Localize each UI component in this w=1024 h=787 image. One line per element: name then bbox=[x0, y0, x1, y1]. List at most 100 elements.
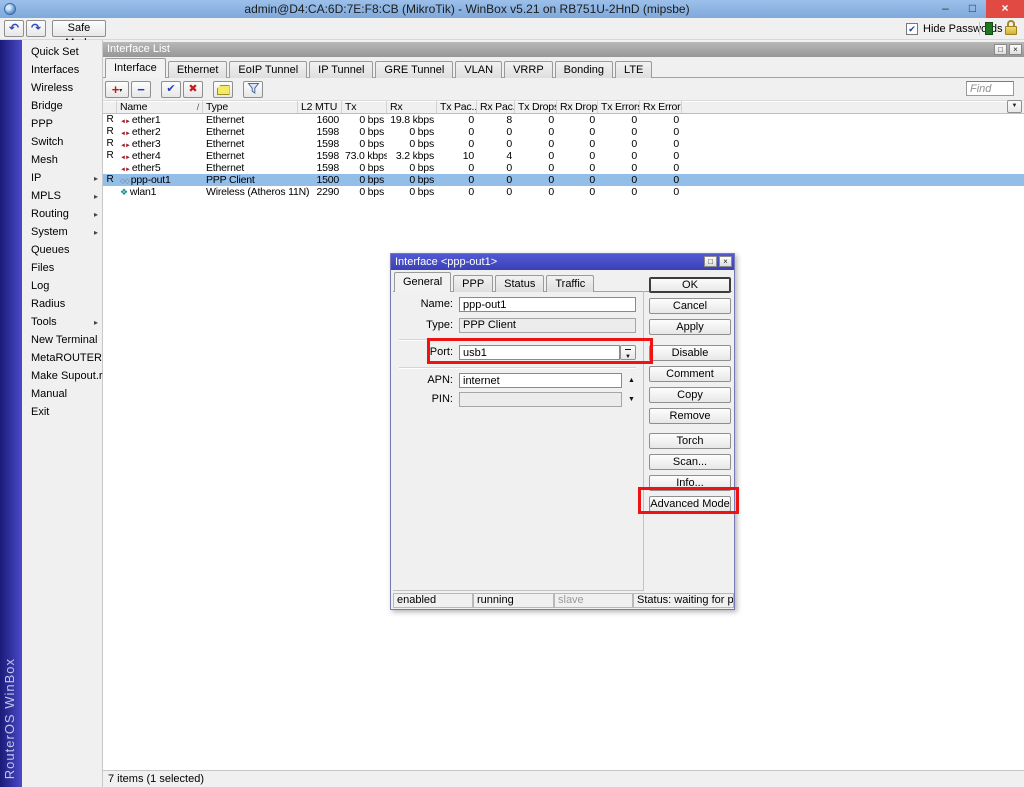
close-button[interactable]: × bbox=[986, 0, 1024, 18]
cell-rx_errors: 0 bbox=[640, 126, 682, 138]
tab-bonding[interactable]: Bonding bbox=[555, 61, 613, 78]
dialog-tab-status[interactable]: Status bbox=[495, 275, 544, 292]
table-row-wlan1[interactable]: ❖wlan1Wireless (Atheros 11N)22900 bps0 b… bbox=[103, 186, 1024, 198]
column-header-rx_errors[interactable]: Rx Errors bbox=[640, 101, 682, 113]
remove-button[interactable]: Remove bbox=[649, 408, 731, 424]
sidebar-item-manual[interactable]: Manual bbox=[22, 385, 102, 403]
column-header-tx[interactable]: Tx bbox=[342, 101, 387, 113]
sidebar-item-ppp[interactable]: PPP bbox=[22, 115, 102, 133]
column-header-type[interactable]: Type bbox=[203, 101, 298, 113]
cell-rx_drops: 0 bbox=[557, 186, 598, 198]
sidebar-item-files[interactable]: Files bbox=[22, 259, 102, 277]
sidebar-item-switch[interactable]: Switch bbox=[22, 133, 102, 151]
remove-button[interactable]: − bbox=[131, 81, 151, 98]
pin-field[interactable] bbox=[459, 392, 622, 407]
comment-button[interactable] bbox=[213, 81, 233, 98]
sidebar-item-label: IP bbox=[31, 172, 41, 184]
column-header-rx[interactable]: Rx bbox=[387, 101, 437, 113]
tab-interface[interactable]: Interface bbox=[105, 58, 166, 78]
interface-list-restore-button[interactable]: □ bbox=[994, 44, 1007, 55]
table-row-ether5[interactable]: ◄►ether5Ethernet15980 bps0 bps000000 bbox=[103, 162, 1024, 174]
cell-type: Ethernet bbox=[203, 150, 298, 162]
column-header-tx_drops[interactable]: Tx Drops bbox=[515, 101, 557, 113]
column-header-tx_errors[interactable]: Tx Errors bbox=[598, 101, 640, 113]
sidebar-item-make-supout-rif[interactable]: Make Supout.rif bbox=[22, 367, 102, 385]
column-select-dropdown[interactable]: ▼ bbox=[1007, 100, 1022, 113]
name-field[interactable] bbox=[459, 297, 636, 312]
collapse-up-arrow[interactable]: ▲ bbox=[628, 377, 635, 384]
table-row-ether1[interactable]: R◄►ether1Ethernet16000 bps19.8 kbps08000… bbox=[103, 114, 1024, 126]
dialog-tab-traffic[interactable]: Traffic bbox=[546, 275, 594, 292]
undo-button[interactable]: ↶ bbox=[4, 20, 24, 37]
cell-type: Wireless (Atheros 11N) bbox=[203, 186, 298, 198]
sidebar-item-metarouter[interactable]: MetaROUTER bbox=[22, 349, 102, 367]
dialog-restore-button[interactable]: □ bbox=[704, 256, 717, 267]
table-row-ether4[interactable]: R◄►ether4Ethernet159873.0 kbps3.2 kbps10… bbox=[103, 150, 1024, 162]
cell-l2mtu: 1598 bbox=[298, 126, 342, 138]
separator bbox=[399, 367, 636, 369]
restore-button[interactable]: □ bbox=[959, 0, 986, 18]
tab-ip-tunnel[interactable]: IP Tunnel bbox=[309, 61, 373, 78]
disable-button[interactable]: Disable bbox=[649, 345, 731, 361]
sidebar-item-new-terminal[interactable]: New Terminal bbox=[22, 331, 102, 349]
cell-type: Ethernet bbox=[203, 138, 298, 150]
sidebar-item-routing[interactable]: Routing▸ bbox=[22, 205, 102, 223]
column-header-rx_drops[interactable]: Rx Drops bbox=[557, 101, 598, 113]
tab-gre-tunnel[interactable]: GRE Tunnel bbox=[375, 61, 453, 78]
tab-lte[interactable]: LTE bbox=[615, 61, 652, 78]
sidebar-item-quick-set[interactable]: Quick Set bbox=[22, 43, 102, 61]
dialog-tab-general[interactable]: General bbox=[394, 272, 451, 292]
column-header-flag[interactable] bbox=[103, 101, 117, 113]
cell-tx_drops: 0 bbox=[515, 114, 557, 126]
torch-button[interactable]: Torch bbox=[649, 433, 731, 449]
find-input[interactable] bbox=[966, 81, 1014, 96]
dialog-close-button[interactable]: × bbox=[719, 256, 732, 267]
sidebar-item-log[interactable]: Log bbox=[22, 277, 102, 295]
hide-passwords-checkbox[interactable]: ✔ bbox=[906, 23, 918, 35]
cell-rx: 0 bps bbox=[387, 162, 437, 174]
sidebar-item-mpls[interactable]: MPLS▸ bbox=[22, 187, 102, 205]
tab-eoip-tunnel[interactable]: EoIP Tunnel bbox=[229, 61, 307, 78]
copy-button[interactable]: Copy bbox=[649, 387, 731, 403]
scan-button[interactable]: Scan... bbox=[649, 454, 731, 470]
sidebar-item-ip[interactable]: IP▸ bbox=[22, 169, 102, 187]
column-header-rx_packets[interactable]: Rx Pac... bbox=[477, 101, 515, 113]
sidebar-item-queues[interactable]: Queues bbox=[22, 241, 102, 259]
column-header-name[interactable]: Name/ bbox=[117, 101, 203, 113]
expand-down-arrow[interactable]: ▼ bbox=[628, 396, 635, 403]
table-row-ether2[interactable]: R◄►ether2Ethernet15980 bps0 bps000000 bbox=[103, 126, 1024, 138]
tab-vlan[interactable]: VLAN bbox=[455, 61, 502, 78]
cancel-button[interactable]: Cancel bbox=[649, 298, 731, 314]
comment-button[interactable]: Comment bbox=[649, 366, 731, 382]
column-header-tx_packets[interactable]: Tx Pac... bbox=[437, 101, 477, 113]
interface-list-close-button[interactable]: × bbox=[1009, 44, 1022, 55]
ok-button[interactable]: OK bbox=[649, 277, 731, 293]
tab-vrrp[interactable]: VRRP bbox=[504, 61, 553, 78]
add-button[interactable]: +▾ bbox=[105, 81, 129, 98]
sidebar-item-exit[interactable]: Exit bbox=[22, 403, 102, 421]
sidebar-item-bridge[interactable]: Bridge bbox=[22, 97, 102, 115]
main-window-title: admin@D4:CA:6D:7E:F8:CB (MikroTik) - Win… bbox=[0, 0, 934, 18]
sidebar-item-label: Make Supout.rif bbox=[31, 370, 108, 382]
enable-button[interactable]: ✔ bbox=[161, 81, 181, 98]
sidebar-item-system[interactable]: System▸ bbox=[22, 223, 102, 241]
sidebar-item-radius[interactable]: Radius bbox=[22, 295, 102, 313]
cell-flag: R bbox=[103, 174, 117, 186]
table-row-ppp-out1[interactable]: R◇◇ppp-out1PPP Client15000 bps0 bps00000… bbox=[103, 174, 1024, 186]
sidebar-item-interfaces[interactable]: Interfaces bbox=[22, 61, 102, 79]
disable-button[interactable]: ✖ bbox=[183, 81, 203, 98]
tab-ethernet[interactable]: Ethernet bbox=[168, 61, 228, 78]
column-header-l2mtu[interactable]: L2 MTU bbox=[298, 101, 342, 113]
dialog-tab-ppp[interactable]: PPP bbox=[453, 275, 493, 292]
table-row-ether3[interactable]: R◄►ether3Ethernet15980 bps0 bps000000 bbox=[103, 138, 1024, 150]
sidebar-item-tools[interactable]: Tools▸ bbox=[22, 313, 102, 331]
sidebar-item-mesh[interactable]: Mesh bbox=[22, 151, 102, 169]
apply-button[interactable]: Apply bbox=[649, 319, 731, 335]
filter-button[interactable] bbox=[243, 81, 263, 98]
redo-button[interactable]: ↷ bbox=[26, 20, 46, 37]
safe-mode-button[interactable]: Safe Mode bbox=[52, 20, 106, 37]
sidebar-item-wireless[interactable]: Wireless bbox=[22, 79, 102, 97]
apn-field[interactable] bbox=[459, 373, 622, 388]
sidebar-item-label: PPP bbox=[31, 118, 53, 130]
minimize-button[interactable]: – bbox=[932, 0, 959, 18]
